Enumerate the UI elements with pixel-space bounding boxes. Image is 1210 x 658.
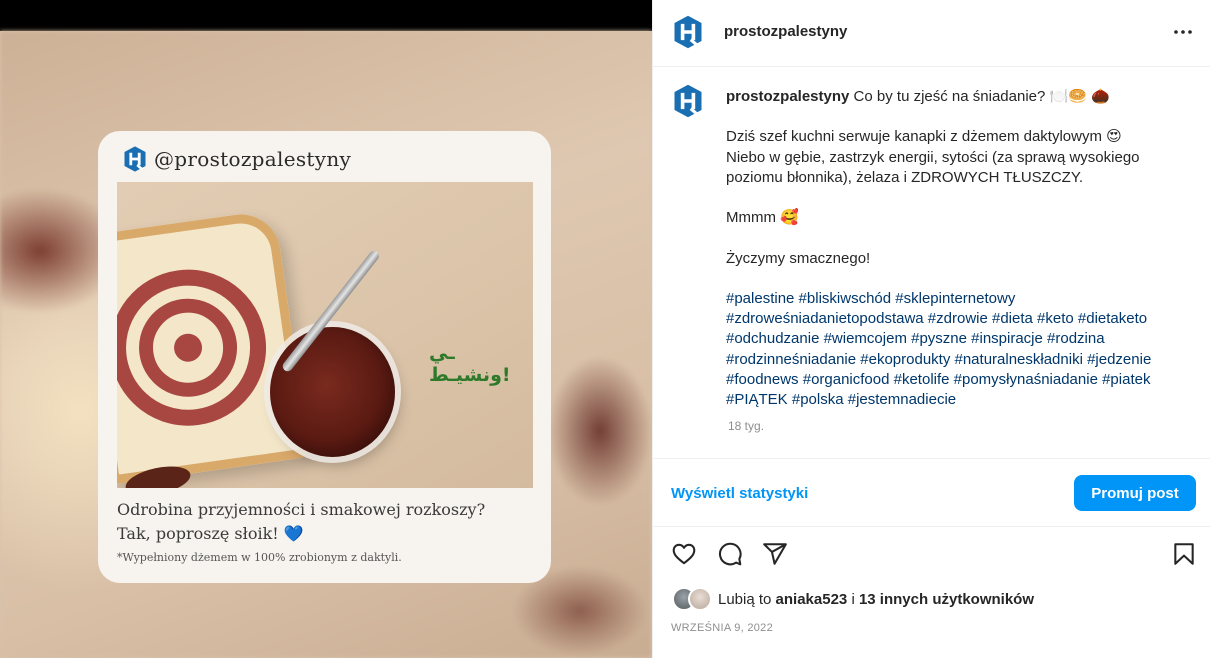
card-handle: @prostozpalestyny bbox=[154, 147, 352, 171]
more-horizontal-icon[interactable] bbox=[1171, 20, 1195, 44]
heart-icon bbox=[672, 543, 696, 565]
view-insights-link[interactable]: Wyświetl statystyki bbox=[671, 485, 808, 502]
brand-logo-icon bbox=[124, 146, 146, 172]
brand-logo-icon bbox=[674, 84, 702, 118]
post-caption: prostozpalestyny Co by tu zjeść na śniad… bbox=[726, 87, 1191, 410]
liker-avatar[interactable] bbox=[688, 587, 712, 611]
jam-jar bbox=[270, 327, 395, 457]
caption-first-text: Co by tu zjeść na śniadanie? 🍽️🥯 🌰 bbox=[853, 88, 1110, 105]
blue-heart-icon: 💙 bbox=[283, 524, 304, 543]
likes-text: Lubią to aniaka523 i 13 innych użytkowni… bbox=[718, 591, 1034, 608]
photo-arabic-text: ـي ونشيـط! bbox=[429, 342, 511, 386]
caption-first-line: prostozpalestyny Co by tu zjeść na śniad… bbox=[726, 87, 1191, 107]
profile-avatar[interactable] bbox=[670, 14, 706, 50]
likes-connector: i bbox=[847, 590, 859, 608]
card-text: Odrobina przyjemności i smakowej rozkosz… bbox=[117, 498, 537, 568]
card-header: @prostozpalestyny bbox=[122, 144, 351, 174]
card-line-1: Odrobina przyjemności i smakowej rozkosz… bbox=[117, 500, 486, 519]
comment-button[interactable] bbox=[716, 540, 744, 568]
liker-username-link[interactable]: aniaka523 bbox=[776, 591, 848, 608]
caption-mmm: Mmmm 🥰 bbox=[726, 209, 799, 227]
caption-username-link[interactable]: prostozpalestyny bbox=[726, 88, 849, 105]
action-bar bbox=[653, 528, 1210, 578]
likes-prefix: Lubią to bbox=[718, 590, 776, 608]
post-header: prostozpalestyny bbox=[653, 0, 1210, 67]
card-line-2: Tak, poproszę słoik! 💙 bbox=[117, 522, 537, 546]
other-likers-link[interactable]: 13 innych użytkowników bbox=[859, 591, 1034, 608]
save-button[interactable] bbox=[1170, 540, 1198, 568]
card-line-2-text: Tak, poproszę słoik! bbox=[117, 524, 279, 543]
likes-summary: Lubią to aniaka523 i 13 innych użytkowni… bbox=[672, 586, 1034, 612]
brand-logo-icon bbox=[674, 15, 702, 49]
caption-p1-line1: Dziś szef kuchni serwuje kanapki z dżeme… bbox=[726, 128, 1122, 146]
post-date[interactable]: WRZEŚNIA 9, 2022 bbox=[671, 622, 773, 634]
like-button[interactable] bbox=[670, 540, 698, 568]
caption-wish: Życzymy smacznego! bbox=[726, 249, 871, 267]
caption-avatar[interactable] bbox=[670, 83, 706, 119]
insights-bar: Wyświetl statystyki Promuj post bbox=[653, 458, 1210, 527]
food-photo: ـي ونشيـط! bbox=[117, 182, 533, 488]
caption-area: prostozpalestyny Co by tu zjeść na śniad… bbox=[653, 68, 1210, 458]
caption-time-ago[interactable]: 18 tyg. bbox=[728, 419, 764, 433]
media-top-bar bbox=[0, 0, 652, 31]
post-media[interactable]: @prostozpalestyny ـي ونشيـط! Odrobina pr… bbox=[0, 0, 652, 658]
header-username-link[interactable]: prostozpalestyny bbox=[724, 23, 847, 40]
promote-post-button[interactable]: Promuj post bbox=[1074, 475, 1196, 511]
jam-spiral bbox=[117, 269, 267, 426]
share-button[interactable] bbox=[761, 540, 789, 568]
bookmark-icon bbox=[1174, 543, 1194, 565]
card-footnote: *Wypełniony dżemem w 100% zrobionym z da… bbox=[117, 551, 402, 564]
share-icon bbox=[763, 543, 787, 565]
post-side-panel: prostozpalestyny prostozpalestyny Co by … bbox=[652, 0, 1210, 658]
promo-card: @prostozpalestyny ـي ونشيـط! Odrobina pr… bbox=[98, 131, 551, 583]
caption-p1-line2: Niebo w gębie, zastrzyk energii, sytości… bbox=[726, 148, 1140, 186]
caption-hashtags[interactable]: #palestine #bliskiwschód #sklepinterneto… bbox=[726, 289, 1191, 410]
comment-icon bbox=[719, 542, 742, 566]
toast-bread bbox=[117, 209, 310, 485]
